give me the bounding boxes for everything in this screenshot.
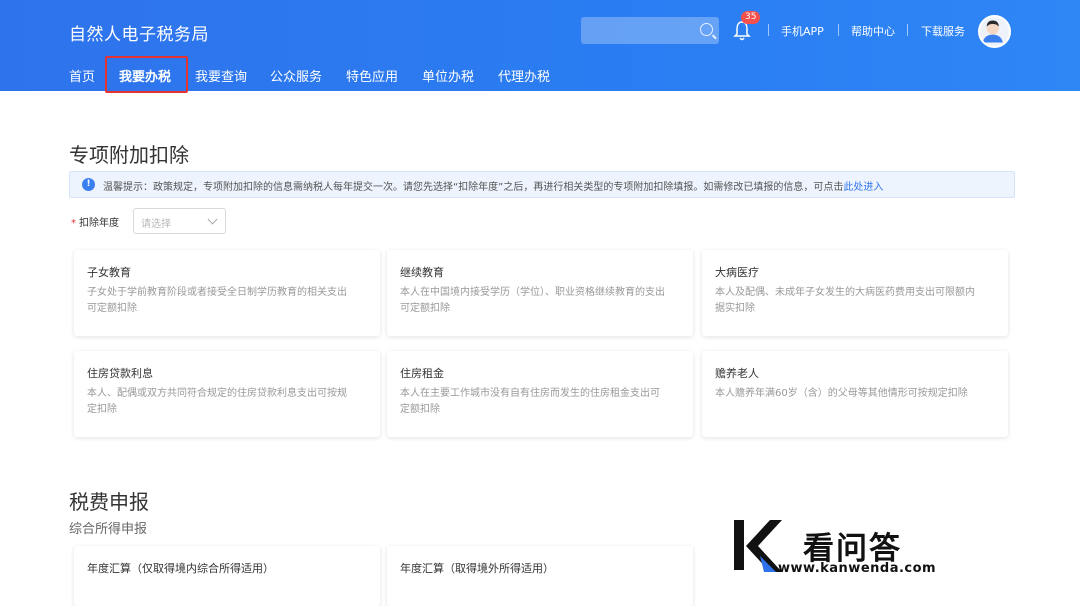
card-title: 子女教育	[87, 266, 131, 279]
info-icon: !	[82, 178, 95, 191]
mobile-app-link[interactable]: 手机APP	[781, 23, 824, 39]
card-continuing-education[interactable]: 继续教育 本人在中国境内接受学历（学位）、职业资格继续教育的支出可定额扣除	[387, 250, 693, 336]
card-desc: 本人及配偶、未成年子女发生的大病医药费用支出可限额内据实扣除	[715, 287, 975, 314]
card-title: 住房贷款利息	[87, 367, 153, 380]
notice-link[interactable]: 此处进入	[843, 182, 883, 193]
card-desc: 本人赡养年满60岁（含）的父母等其他情形可按规定扣除	[715, 388, 968, 399]
year-select-placeholder: 请选择	[141, 219, 171, 230]
chevron-down-icon	[207, 214, 218, 225]
section-title-tax-filing: 税费申报	[69, 490, 149, 514]
card-annual-settlement-overseas[interactable]: 年度汇算（取得境外所得适用）	[387, 546, 693, 606]
card-title: 赡养老人	[715, 367, 759, 380]
card-title: 年度汇算（取得境外所得适用）	[400, 562, 554, 575]
subsection-title: 综合所得申报	[69, 522, 148, 537]
card-title: 年度汇算（仅取得境内综合所得适用）	[87, 562, 274, 575]
nav-unit-tax[interactable]: 单位办税	[422, 66, 474, 85]
nav-home[interactable]: 首页	[69, 66, 95, 85]
site-title[interactable]: 自然人电子税务局	[69, 20, 209, 45]
section-title-deduction: 专项附加扣除	[69, 143, 189, 167]
nav-featured-apps[interactable]: 特色应用	[346, 66, 398, 85]
search-icon[interactable]	[700, 23, 713, 36]
avatar[interactable]	[978, 15, 1011, 48]
card-title: 住房租金	[400, 367, 444, 380]
nav-agent-tax[interactable]: 代理办税	[498, 66, 550, 85]
card-desc: 本人在中国境内接受学历（学位）、职业资格继续教育的支出可定额扣除	[400, 287, 665, 314]
notification-badge: 35	[741, 11, 761, 24]
card-serious-illness[interactable]: 大病医疗 本人及配偶、未成年子女发生的大病医药费用支出可限额内据实扣除	[702, 250, 1008, 336]
watermark-url: www.kanwenda.com	[778, 561, 937, 576]
search-input[interactable]	[581, 17, 719, 44]
card-annual-settlement-domestic[interactable]: 年度汇算（仅取得境内综合所得适用）	[74, 546, 380, 606]
red-highlight-annotation	[105, 56, 188, 93]
notice-text: 温馨提示：政策规定，专项附加扣除的信息需纳税人每年提交一次。请您先选择“扣除年度…	[103, 182, 884, 193]
nav-query[interactable]: 我要查询	[195, 66, 247, 85]
card-desc: 本人、配偶或双方共同符合规定的住房贷款利息支出可按规定扣除	[87, 388, 347, 415]
header-divider	[838, 24, 839, 36]
header-divider	[907, 24, 908, 36]
nav-public-service[interactable]: 公众服务	[270, 66, 322, 85]
year-select[interactable]: 请选择	[133, 208, 226, 234]
card-elderly-support[interactable]: 赡养老人 本人赡养年满60岁（含）的父母等其他情形可按规定扣除	[702, 351, 1008, 437]
header-divider	[768, 24, 769, 36]
card-title: 大病医疗	[715, 266, 759, 279]
card-housing-loan-interest[interactable]: 住房贷款利息 本人、配偶或双方共同符合规定的住房贷款利息支出可按规定扣除	[74, 351, 380, 437]
card-desc: 本人在主要工作城市没有自有住房而发生的住房租金支出可定额扣除	[400, 388, 660, 415]
help-center-link[interactable]: 帮助中心	[851, 23, 895, 39]
card-housing-rent[interactable]: 住房租金 本人在主要工作城市没有自有住房而发生的住房租金支出可定额扣除	[387, 351, 693, 437]
notice-banner: ! 温馨提示：政策规定，专项附加扣除的信息需纳税人每年提交一次。请您先选择“扣除…	[69, 171, 1015, 198]
download-service-link[interactable]: 下载服务	[921, 23, 965, 39]
year-label: * 扣除年度	[71, 218, 119, 229]
card-title: 继续教育	[400, 266, 444, 279]
card-desc: 子女处于学前教育阶段或者接受全日制学历教育的相关支出可定额扣除	[87, 287, 347, 314]
card-child-education[interactable]: 子女教育 子女处于学前教育阶段或者接受全日制学历教育的相关支出可定额扣除	[74, 250, 380, 336]
